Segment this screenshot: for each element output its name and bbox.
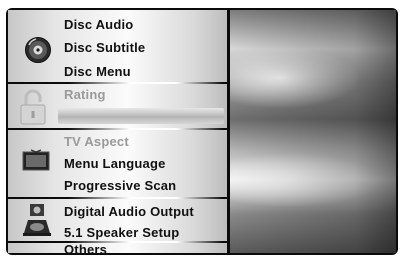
menu-item-speaker-setup[interactable]: 5.1 Speaker Setup	[64, 223, 179, 243]
lock-icon	[20, 89, 46, 125]
menu-item-rating[interactable]: Rating	[64, 85, 106, 105]
menu-item-menu-language[interactable]: Menu Language	[64, 154, 166, 174]
preview-panel	[230, 10, 396, 253]
menu-item-tv-aspect[interactable]: TV Aspect	[64, 132, 129, 152]
rating-blank-bar	[58, 108, 224, 124]
menu-item-disc-menu[interactable]: Disc Menu	[64, 62, 131, 82]
menu-item-others[interactable]: Others	[64, 243, 107, 256]
setup-menu-screen: Disc Audio Disc Subtitle Disc Menu Ratin…	[6, 8, 398, 255]
menu-item-disc-subtitle[interactable]: Disc Subtitle	[64, 38, 145, 58]
section-others	[8, 243, 227, 253]
tv-icon	[22, 149, 50, 171]
menu-item-progressive-scan[interactable]: Progressive Scan	[64, 176, 176, 196]
menu-item-disc-audio[interactable]: Disc Audio	[64, 15, 133, 35]
speaker-icon	[23, 204, 51, 236]
disc-icon	[25, 37, 51, 63]
setup-menu: Disc Audio Disc Subtitle Disc Menu Ratin…	[8, 10, 227, 256]
menu-item-digital-audio-output[interactable]: Digital Audio Output	[64, 202, 194, 222]
